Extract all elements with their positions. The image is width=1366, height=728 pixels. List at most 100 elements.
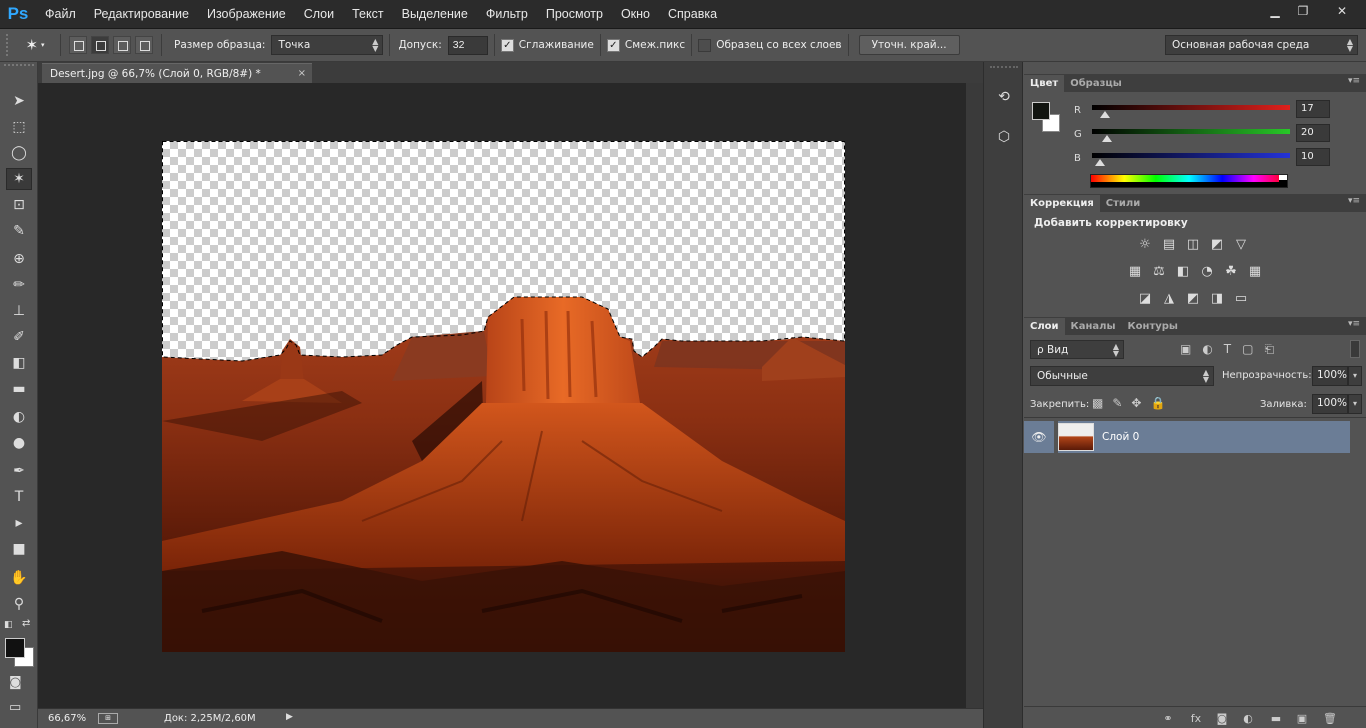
trash-icon[interactable]: 🗑 <box>1322 711 1338 725</box>
new-selection-button[interactable] <box>69 36 87 54</box>
exposure-icon[interactable]: ◩ <box>1208 235 1226 253</box>
slider-track[interactable] <box>1092 105 1290 110</box>
menu-help[interactable]: Справка <box>659 7 726 21</box>
posterize-icon[interactable]: ◮ <box>1160 289 1178 307</box>
crop-tool-icon[interactable]: ⊡ <box>6 194 32 216</box>
color-lookup-icon[interactable]: ▦ <box>1246 262 1264 280</box>
close-document-icon[interactable]: × <box>298 68 306 79</box>
tolerance-input[interactable] <box>447 35 488 55</box>
workspace-select[interactable]: Основная рабочая среда ▲ ▼ <box>1165 35 1358 55</box>
clone-stamp-tool-icon[interactable]: ⊥ <box>6 300 32 322</box>
opacity-dropdown-icon[interactable]: ▾ <box>1348 366 1362 386</box>
document-canvas[interactable] <box>162 141 845 652</box>
menu-type[interactable]: Текст <box>343 7 392 21</box>
slider-r[interactable]: R 17 <box>1074 100 1344 120</box>
toolbar-grip[interactable] <box>4 64 34 70</box>
eraser-tool-icon[interactable]: ◧ <box>6 352 32 374</box>
rectangle-tool-icon[interactable]: ■ <box>6 538 32 560</box>
sample-all-layers-checkbox[interactable] <box>698 38 712 52</box>
menu-file[interactable]: Файл <box>36 7 85 21</box>
menu-image[interactable]: Изображение <box>198 7 295 21</box>
filter-toggle[interactable] <box>1350 340 1360 358</box>
tab-styles[interactable]: Стили <box>1100 195 1146 212</box>
slider-track[interactable] <box>1092 153 1290 158</box>
opacity-input[interactable]: 100% <box>1312 366 1348 386</box>
default-colors-icon[interactable]: ◧ <box>4 620 13 630</box>
channel-mixer-icon[interactable]: ☘ <box>1222 262 1240 280</box>
eye-visibility-icon[interactable]: 👁 <box>1024 430 1054 444</box>
color-spectrum-ramp[interactable] <box>1090 174 1288 188</box>
slider-b[interactable]: B 10 <box>1074 148 1344 168</box>
refine-edge-button[interactable]: Уточн. край... <box>858 35 960 55</box>
pen-tool-icon[interactable]: ✒ <box>6 460 32 482</box>
foreground-color-swatch[interactable] <box>5 638 25 658</box>
tab-color[interactable]: Цвет <box>1024 75 1065 92</box>
quick-mask-icon[interactable]: ◙ <box>9 675 22 690</box>
intersect-selection-button[interactable] <box>135 36 153 54</box>
brightness-contrast-icon[interactable]: ☼ <box>1136 235 1154 253</box>
lock-icons[interactable]: ▩✎✥🔒 <box>1092 396 1174 410</box>
layer-name[interactable]: Слой 0 <box>1102 431 1139 443</box>
vertical-scrollbar[interactable] <box>966 83 983 708</box>
gradient-map-icon[interactable]: ▭ <box>1232 289 1250 307</box>
lasso-tool-icon[interactable]: ◯ <box>6 142 32 164</box>
menu-edit[interactable]: Редактирование <box>85 7 198 21</box>
slider-thumb[interactable] <box>1102 135 1113 142</box>
photo-filter-icon[interactable]: ◔ <box>1198 262 1216 280</box>
layer-row[interactable]: 👁 Слой 0 <box>1024 421 1350 453</box>
tab-channels[interactable]: Каналы <box>1065 318 1122 335</box>
magic-wand-preset-icon[interactable]: ✶ ▾ <box>16 33 54 57</box>
minimize-button[interactable]: ▁ <box>1260 2 1290 20</box>
eyedropper-tool-icon[interactable]: ✎ <box>6 220 32 242</box>
screen-mode-icon[interactable]: ▭ <box>9 700 21 715</box>
zoom-tool-icon[interactable]: ⚲ <box>6 593 32 615</box>
tab-swatches[interactable]: Образцы <box>1064 75 1128 92</box>
fx-icon[interactable]: fx <box>1188 711 1204 725</box>
link-icon[interactable]: ⚭ <box>1160 711 1176 725</box>
antialias-checkbox[interactable]: ✓ <box>500 38 514 52</box>
menu-view[interactable]: Просмотр <box>537 7 612 21</box>
panel-menu-icon[interactable]: ▾≡ <box>1348 196 1360 206</box>
path-selection-tool-icon[interactable]: ▸ <box>6 512 32 534</box>
mask-icon[interactable]: ◙ <box>1214 711 1230 725</box>
invert-icon[interactable]: ◪ <box>1136 289 1154 307</box>
swap-colors-icon[interactable]: ⇄ <box>22 618 30 629</box>
history-brush-tool-icon[interactable]: ✐ <box>6 326 32 348</box>
restore-button[interactable]: ❐ <box>1288 2 1318 20</box>
hue-saturation-icon[interactable]: ▦ <box>1126 262 1144 280</box>
color-foreground-swatch[interactable] <box>1032 102 1050 120</box>
slider-thumb[interactable] <box>1094 159 1105 166</box>
menu-layers[interactable]: Слои <box>295 7 343 21</box>
tab-layers[interactable]: Слои <box>1024 318 1065 335</box>
adjustment-layer-icon[interactable]: ◐ <box>1240 711 1256 725</box>
document-tab[interactable]: Desert.jpg @ 66,7% (Слой 0, RGB/8#) * × <box>42 63 312 83</box>
color-balance-icon[interactable]: ⚖ <box>1150 262 1168 280</box>
add-to-selection-button[interactable] <box>91 36 109 54</box>
history-panel-icon[interactable]: ⟲ <box>992 86 1016 108</box>
options-grip[interactable] <box>6 34 16 56</box>
status-info-icon[interactable]: ⊞ <box>98 713 118 724</box>
menu-window[interactable]: Окно <box>612 7 659 21</box>
panel-menu-icon[interactable]: ▾≡ <box>1348 76 1360 86</box>
sample-size-select[interactable]: Точка ▲ ▼ <box>271 35 384 55</box>
magic-wand-tool-icon[interactable]: ✶ <box>6 168 32 190</box>
panel-menu-icon[interactable]: ▾≡ <box>1348 319 1360 329</box>
hand-tool-icon[interactable]: ✋ <box>6 567 32 589</box>
blend-mode-select[interactable]: Обычные ▲ ▼ <box>1030 366 1214 386</box>
zoom-level[interactable]: 66,67% <box>48 713 90 724</box>
dodge-tool-icon[interactable]: ● <box>6 432 32 454</box>
fill-input[interactable]: 100% <box>1312 394 1348 414</box>
layer-filter-select[interactable]: ρ Вид ▲ ▼ <box>1030 340 1124 359</box>
blur-tool-icon[interactable]: ◐ <box>6 406 32 428</box>
group-icon[interactable]: ▬ <box>1268 711 1284 725</box>
tab-paths[interactable]: Контуры <box>1122 318 1184 335</box>
slider-value-b[interactable]: 10 <box>1296 148 1330 166</box>
slider-thumb[interactable] <box>1100 111 1111 118</box>
slider-value-g[interactable]: 20 <box>1296 124 1330 142</box>
tab-adjustments[interactable]: Коррекция <box>1024 195 1100 212</box>
menu-select[interactable]: Выделение <box>393 7 477 21</box>
black-white-icon[interactable]: ◧ <box>1174 262 1192 280</box>
spot-healing-tool-icon[interactable]: ⊕ <box>6 248 32 270</box>
slider-track[interactable] <box>1092 129 1290 134</box>
curves-icon[interactable]: ◫ <box>1184 235 1202 253</box>
